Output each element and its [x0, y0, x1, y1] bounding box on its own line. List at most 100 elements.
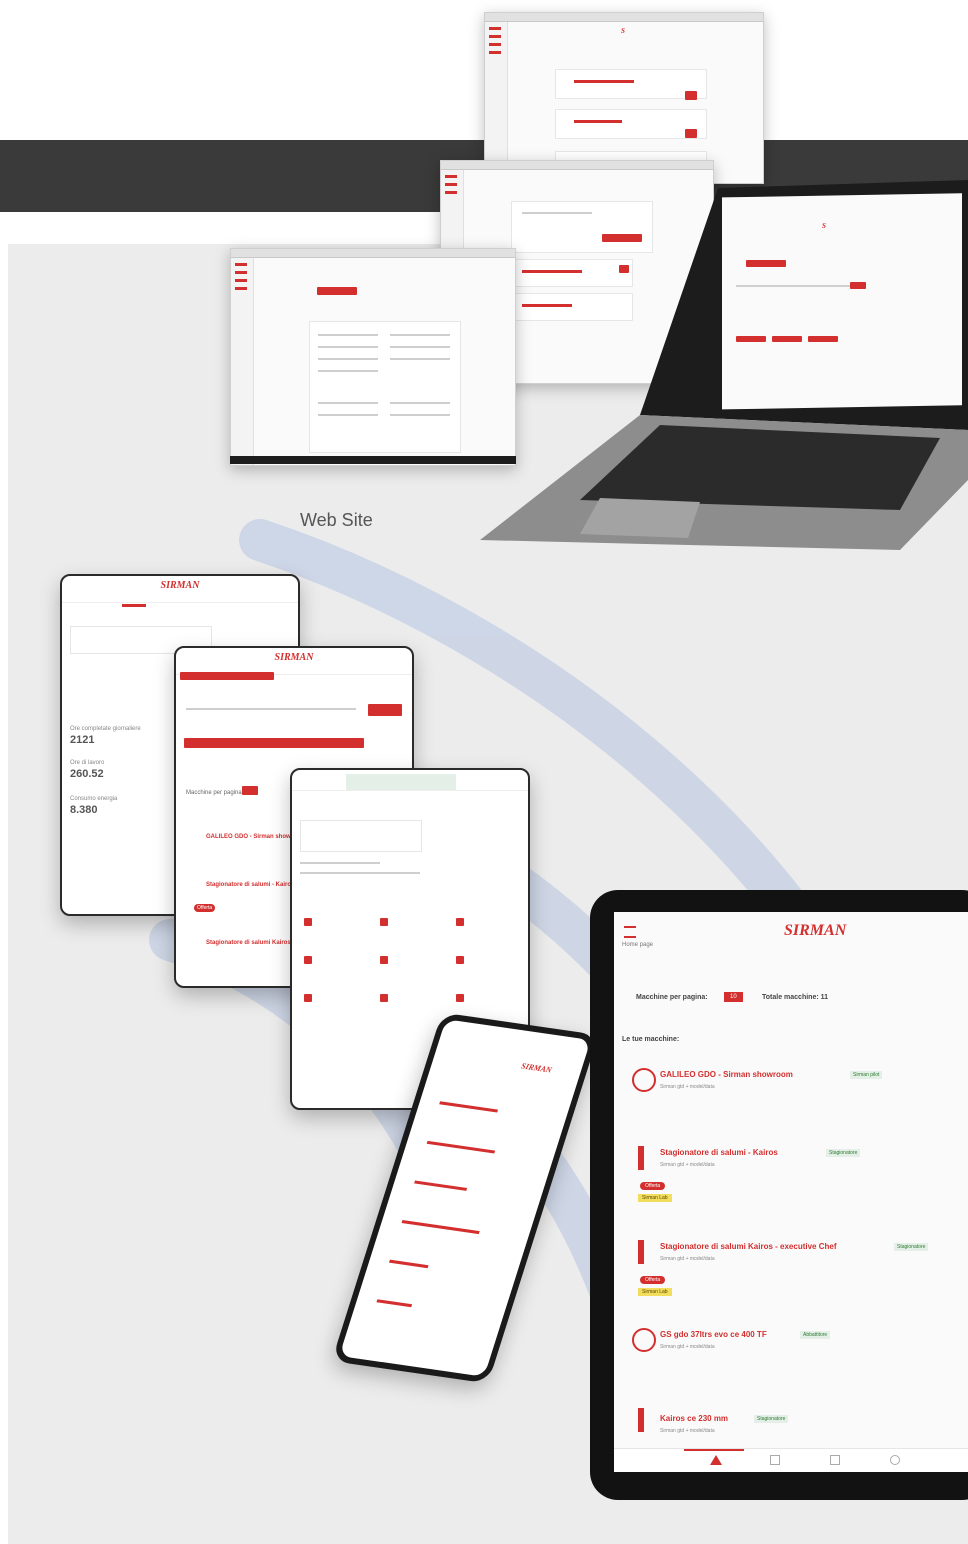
machine-icon: [638, 1146, 644, 1170]
stat-label: Ore completate giornaliere: [70, 726, 141, 732]
search-button[interactable]: [850, 282, 866, 289]
machine-row[interactable]: Stagionatore di salumi - Kairos Stagiona…: [630, 1140, 968, 1220]
machine-name[interactable]: Stagionatore di salumi Kairos - executiv…: [660, 1242, 837, 1251]
header-button[interactable]: [317, 287, 357, 295]
stat-label: Consumo energia: [70, 796, 118, 802]
machine-row[interactable]: [401, 1220, 480, 1235]
machine-row[interactable]: [439, 1101, 499, 1113]
per-page-select[interactable]: [242, 786, 258, 795]
machine-name[interactable]: GALILEO GDO - Sirman showroom: [660, 1070, 793, 1079]
search-field[interactable]: [186, 708, 356, 710]
stat-label: Ore di lavoro: [70, 760, 105, 766]
toast: [346, 774, 456, 790]
web-site-caption: Web Site: [300, 510, 373, 530]
machine-badge: Stagionatore: [754, 1415, 789, 1423]
offer-tag: Offerta: [194, 904, 216, 912]
machine-row[interactable]: Stagionatore di salumi Kairos - executiv…: [630, 1234, 968, 1314]
machine-subtitle: Sirman gtd + model/data: [660, 1256, 715, 1262]
section-title: Le tue macchine:: [622, 1036, 680, 1043]
search-button[interactable]: [368, 704, 402, 716]
menu-icon[interactable]: [624, 926, 636, 938]
grid-icon[interactable]: [456, 994, 464, 1002]
filter-bar[interactable]: [184, 738, 364, 748]
lab-tag: Sirman Lab: [638, 1194, 672, 1202]
brand-logo: SIRMAN: [160, 580, 200, 591]
filter-button[interactable]: [772, 336, 802, 342]
sidebar: [231, 258, 254, 465]
filter-button[interactable]: [808, 336, 838, 342]
offer-tag: Offerta: [640, 1276, 666, 1284]
machine-name[interactable]: GS gdo 37ltrs evo ce 400 TF: [660, 1330, 767, 1339]
brand-logo: SIRMAN: [274, 652, 314, 663]
per-page-label: Macchine per pagina:: [186, 790, 244, 796]
machine-row[interactable]: [414, 1180, 468, 1191]
machine-row[interactable]: GS gdo 37ltrs evo ce 400 TF Abbattitore …: [630, 1322, 968, 1372]
browser-chrome: [485, 13, 763, 22]
settings-icon[interactable]: [890, 1455, 900, 1465]
lab-tag: Sirman Lab: [638, 1288, 672, 1296]
machine-name[interactable]: Kairos ce 230 mm: [660, 1414, 728, 1423]
browser-window-top: S: [484, 12, 764, 184]
machine-subtitle: Sirman gtd + model/data: [660, 1162, 715, 1168]
machine-icon: [632, 1068, 656, 1092]
machine-icon: [638, 1240, 644, 1264]
machine-row[interactable]: Kairos ce 230 mm Stagionatore Sirman gtd…: [630, 1406, 968, 1446]
grid-icon[interactable]: [456, 918, 464, 926]
machine-title[interactable]: Stagionatore di salumi - Kairos: [206, 882, 294, 888]
filter-button[interactable]: [736, 336, 766, 342]
machine-row[interactable]: GALILEO GDO - Sirman showroom Sirman pil…: [630, 1062, 968, 1112]
stats-table: [309, 321, 461, 453]
breadcrumb[interactable]: Home page: [622, 942, 653, 948]
bottom-nav: [614, 1448, 968, 1472]
per-page-label: Macchine per pagina:: [636, 994, 708, 1001]
sidebar: [485, 22, 508, 183]
grid-icon[interactable]: [456, 956, 464, 964]
brand-logo: SIRMAN: [520, 1061, 553, 1075]
machine-badge: Stagionatore: [894, 1243, 929, 1251]
info-line: [300, 872, 420, 874]
machines-icon[interactable]: [770, 1455, 780, 1465]
machine-row[interactable]: [388, 1259, 429, 1269]
machine-subtitle: Sirman gtd + model/data: [660, 1084, 715, 1090]
machine-subtitle: Sirman gtd + model/data: [660, 1344, 715, 1350]
grid-icon[interactable]: [304, 956, 312, 964]
machine-badge: Abbattitore: [800, 1331, 831, 1339]
grid-icon[interactable]: [304, 918, 312, 926]
logo-mark: S: [822, 222, 826, 230]
menu-button[interactable]: [180, 672, 274, 680]
laptop-base-shadow: [230, 456, 516, 464]
action-button[interactable]: [685, 129, 697, 138]
tab-indicator: [122, 604, 146, 607]
stat-value: 260.52: [70, 768, 104, 780]
list-icon[interactable]: [830, 1455, 840, 1465]
machine-name[interactable]: Stagionatore di salumi - Kairos: [660, 1148, 778, 1157]
grid-icon[interactable]: [380, 956, 388, 964]
tablet-screen: SIRMAN Home page Macchine per pagina: 10…: [614, 912, 968, 1472]
machine-title[interactable]: Stagionatore di salumi Kairos: [206, 940, 291, 946]
stat-value: 8.380: [70, 804, 98, 816]
tablet-logo: SIRMAN: [784, 922, 847, 939]
home-icon[interactable]: [710, 1455, 722, 1465]
per-page-select[interactable]: 10: [724, 992, 743, 1002]
grid-icon[interactable]: [304, 994, 312, 1002]
header-button[interactable]: [746, 260, 786, 267]
total-machines: Totale macchine: 11: [762, 994, 829, 1001]
machine-row[interactable]: [426, 1140, 496, 1154]
machine-summary-card: [300, 820, 422, 852]
grid-icon[interactable]: [380, 918, 388, 926]
info-line: [300, 862, 380, 864]
stat-value: 2121: [70, 734, 95, 746]
grid-icon[interactable]: [380, 994, 388, 1002]
machine-icon: [632, 1328, 656, 1352]
browser-chrome: [231, 249, 515, 258]
laptop-screen-content: S: [726, 210, 958, 410]
action-button[interactable]: [685, 91, 697, 100]
machine-badge: Sirman pilot: [850, 1071, 883, 1079]
machine-row[interactable]: [376, 1299, 413, 1308]
machine-icon: [638, 1408, 644, 1432]
offer-tag: Offerta: [640, 1182, 666, 1190]
browser-window-left: [230, 248, 516, 466]
browser-chrome: [441, 161, 713, 170]
logo-mark: S: [621, 27, 625, 35]
active-tab-indicator: [684, 1449, 744, 1451]
